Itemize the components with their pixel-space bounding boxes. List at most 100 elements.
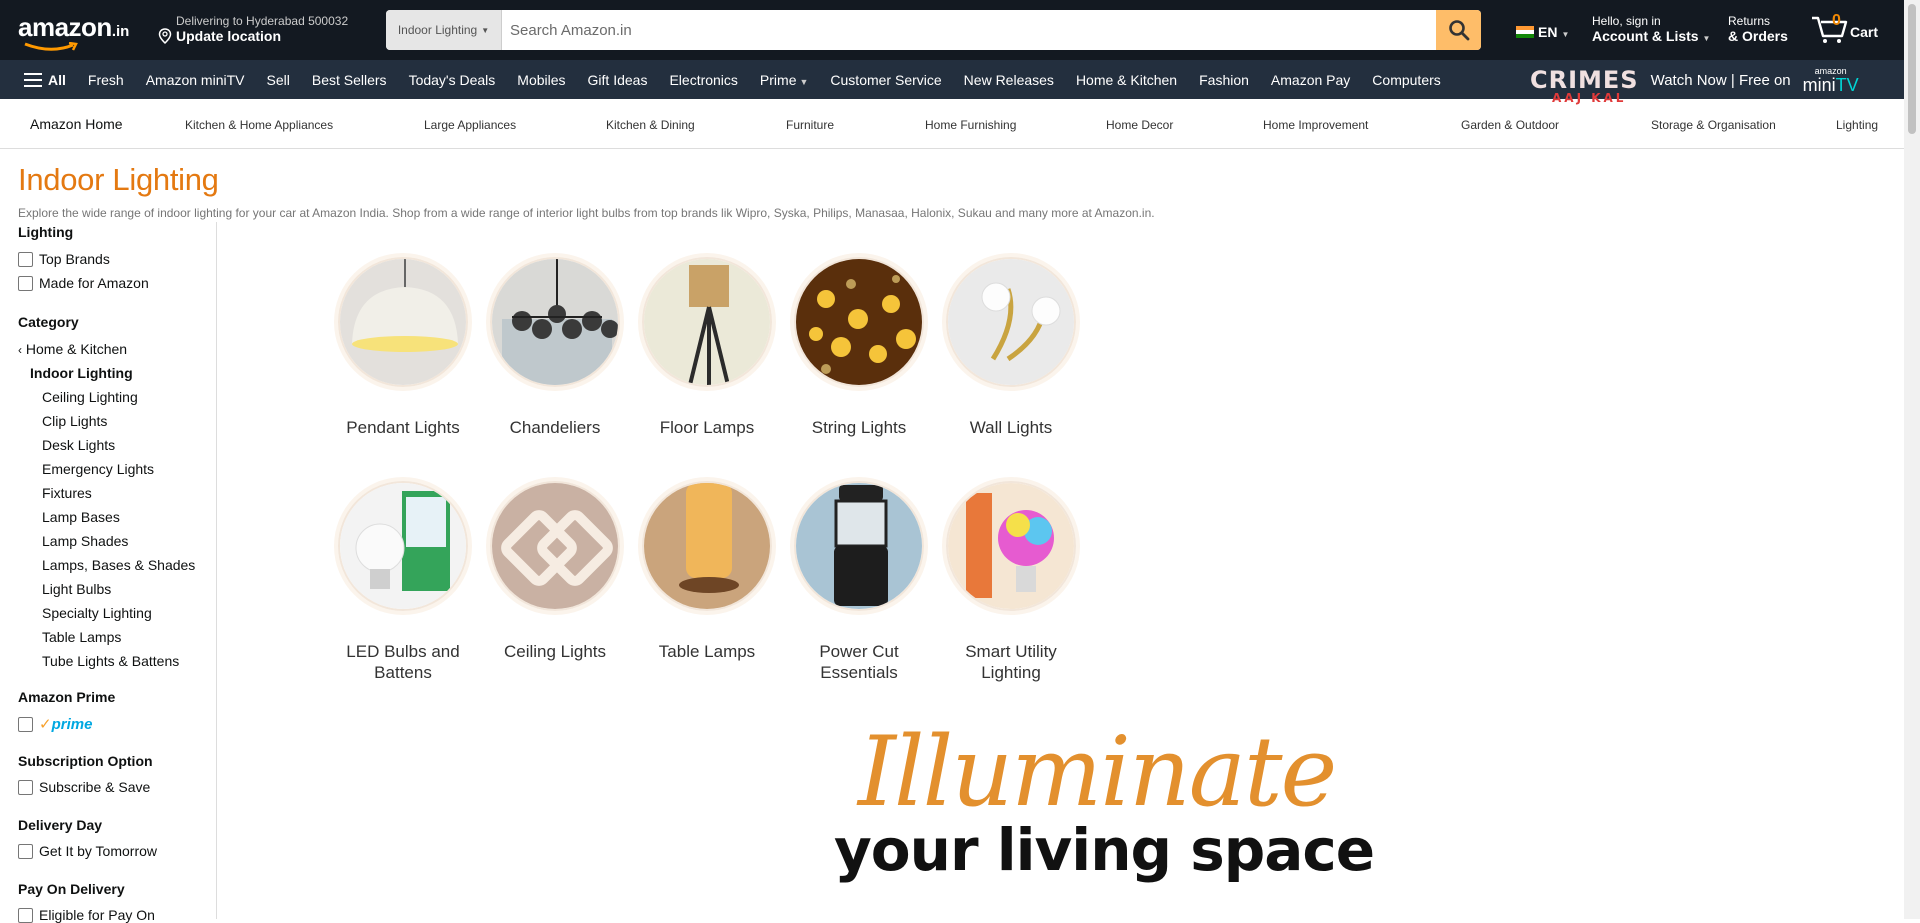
nav-item-fresh[interactable]: Fresh: [88, 72, 124, 88]
nav-item-best-sellers[interactable]: Best Sellers: [312, 72, 387, 88]
crimes-aaj-kal-logo: CRIMES AAJ KAL: [1530, 68, 1639, 105]
search-bar: Indoor Lighting ▼: [386, 10, 1481, 50]
logo-text: amazon: [18, 12, 112, 42]
category-tube-lights-battens[interactable]: Tube Lights & Battens: [42, 653, 179, 669]
cart-link[interactable]: 0 Cart: [1810, 12, 1878, 44]
tile-led-bulbs-battens[interactable]: LED Bulbs and Battens: [327, 481, 479, 683]
amazon-logo[interactable]: amazon.in: [18, 12, 138, 51]
subnav-garden-outdoor[interactable]: Garden & Outdoor: [1461, 118, 1559, 132]
subnav-furniture[interactable]: Furniture: [786, 118, 834, 132]
tile-smart-utility-lighting[interactable]: Smart Utility Lighting: [935, 481, 1087, 683]
pay-on-delivery-filter[interactable]: Eligible for Pay On: [18, 907, 155, 923]
pay-on-delivery-heading: Pay On Delivery: [18, 881, 125, 897]
subnav-storage-organisation[interactable]: Storage & Organisation: [1651, 118, 1776, 132]
account-menu[interactable]: Hello, sign in Account & Lists ▼: [1592, 14, 1710, 44]
subnav-amazon-home[interactable]: Amazon Home: [30, 116, 123, 132]
nav-item-new-releases[interactable]: New Releases: [964, 72, 1054, 88]
pay-on-delivery-label: Eligible for Pay On: [39, 907, 155, 923]
nav-item-todays-deals[interactable]: Today's Deals: [409, 72, 496, 88]
delivery-location[interactable]: Delivering to Hyderabad 500032 Update lo…: [158, 14, 348, 44]
tile-wall-lights[interactable]: Wall Lights: [935, 257, 1087, 438]
ceiling-lights-image: [490, 481, 620, 611]
category-ceiling-lighting[interactable]: Ceiling Lighting: [42, 389, 138, 405]
cart-label: Cart: [1850, 24, 1879, 40]
category-desk-lights[interactable]: Desk Lights: [42, 437, 115, 453]
tile-power-cut-essentials[interactable]: Power Cut Essentials: [783, 481, 935, 683]
subnav-home-improvement[interactable]: Home Improvement: [1263, 118, 1368, 132]
caret-down-icon: ▼: [1561, 29, 1570, 39]
checkbox[interactable]: [18, 251, 33, 267]
category-lamp-bases[interactable]: Lamp Bases: [42, 509, 120, 525]
subnav-kitchen-home-appliances[interactable]: Kitchen & Home Appliances: [185, 118, 333, 132]
tile-label: Table Lamps: [658, 642, 756, 661]
tile-chandeliers[interactable]: Chandeliers: [479, 257, 631, 438]
search-button[interactable]: [1436, 10, 1481, 50]
tile-table-lamps[interactable]: Table Lamps: [631, 481, 783, 662]
category-home-kitchen[interactable]: ‹ Home & Kitchen: [18, 341, 127, 357]
category-lamp-shades[interactable]: Lamp Shades: [42, 533, 128, 549]
nav-item-sell[interactable]: Sell: [267, 72, 290, 88]
search-category-label: Indoor Lighting: [397, 23, 478, 37]
language-selector[interactable]: EN ▼: [1516, 24, 1569, 40]
checkbox[interactable]: [18, 275, 33, 291]
main-nav: All Fresh Amazon miniTV Sell Best Seller…: [0, 60, 1904, 105]
orders-label: & Orders: [1728, 28, 1788, 44]
chevron-left-icon: ‹: [18, 343, 22, 357]
all-menu-button[interactable]: All: [24, 72, 66, 88]
string-lights-image: [794, 257, 924, 387]
category-specialty-lighting[interactable]: Specialty Lighting: [42, 605, 152, 621]
category-lamps-bases-shades[interactable]: Lamps, Bases & Shades: [42, 557, 195, 573]
subscribe-save-filter[interactable]: Subscribe & Save: [18, 779, 150, 795]
subnav-home-furnishing[interactable]: Home Furnishing: [925, 118, 1016, 132]
nav-item-amazon-pay[interactable]: Amazon Pay: [1271, 72, 1350, 88]
made-for-amazon-filter[interactable]: Made for Amazon: [18, 275, 149, 291]
category-clip-lights[interactable]: Clip Lights: [42, 413, 107, 429]
tile-string-lights[interactable]: String Lights: [783, 257, 935, 438]
led-bulbs-image: [338, 481, 468, 611]
tile-pendant-lights[interactable]: Pendant Lights: [327, 257, 479, 438]
returns-orders-link[interactable]: Returns & Orders: [1728, 14, 1788, 44]
subnav-lighting[interactable]: Lighting: [1836, 118, 1878, 132]
category-table-lamps[interactable]: Table Lamps: [42, 629, 121, 645]
search-category-dropdown[interactable]: Indoor Lighting ▼: [386, 10, 502, 50]
minitv-logo: amazon miniTV: [1802, 66, 1859, 95]
nav-item-home-kitchen[interactable]: Home & Kitchen: [1076, 72, 1177, 88]
minitv-mini-text: mini: [1802, 74, 1836, 95]
minitv-promo-banner[interactable]: CRIMES AAJ KAL Watch Now | Free on amazo…: [1530, 62, 1859, 105]
tile-label: Wall Lights: [969, 418, 1053, 437]
search-icon: [1448, 20, 1469, 41]
nav-item-computers[interactable]: Computers: [1372, 72, 1440, 88]
nav-item-customer-service[interactable]: Customer Service: [830, 72, 941, 88]
scrollbar-thumb[interactable]: [1908, 4, 1916, 134]
tile-ceiling-lights[interactable]: Ceiling Lights: [479, 481, 631, 662]
search-input[interactable]: [502, 10, 1436, 50]
tile-label-line2: Battens: [374, 663, 432, 682]
get-tomorrow-filter[interactable]: Get It by Tomorrow: [18, 843, 157, 859]
category-indoor-lighting-current: Indoor Lighting: [30, 365, 133, 381]
prime-filter[interactable]: ✓prime: [18, 715, 92, 733]
checkbox[interactable]: [18, 907, 33, 923]
top-brands-filter[interactable]: Top Brands: [18, 251, 110, 267]
nav-item-prime[interactable]: Prime ▼: [760, 72, 808, 88]
category-fixtures[interactable]: Fixtures: [42, 485, 92, 501]
nav-item-mobiles[interactable]: Mobiles: [517, 72, 565, 88]
checkbox[interactable]: [18, 779, 33, 795]
subnav-home-decor[interactable]: Home Decor: [1106, 118, 1173, 132]
tile-label-line2: Lighting: [981, 663, 1041, 682]
nav-item-electronics[interactable]: Electronics: [669, 72, 737, 88]
subnav-kitchen-dining[interactable]: Kitchen & Dining: [606, 118, 695, 132]
tile-label-line1: Smart Utility: [965, 642, 1057, 661]
tile-floor-lamps[interactable]: Floor Lamps: [631, 257, 783, 438]
delivery-day-heading: Delivery Day: [18, 817, 103, 833]
nav-item-minitv[interactable]: Amazon miniTV: [146, 72, 245, 88]
checkbox[interactable]: [18, 716, 33, 732]
deliver-line1: Delivering to Hyderabad 500032: [176, 14, 349, 28]
category-light-bulbs[interactable]: Light Bulbs: [42, 581, 111, 597]
subscribe-save-label: Subscribe & Save: [39, 779, 151, 795]
page-scrollbar[interactable]: [1904, 0, 1920, 919]
nav-item-gift-ideas[interactable]: Gift Ideas: [588, 72, 648, 88]
checkbox[interactable]: [18, 843, 33, 859]
nav-item-fashion[interactable]: Fashion: [1199, 72, 1249, 88]
subnav-large-appliances[interactable]: Large Appliances: [424, 118, 516, 132]
category-emergency-lights[interactable]: Emergency Lights: [42, 461, 154, 477]
